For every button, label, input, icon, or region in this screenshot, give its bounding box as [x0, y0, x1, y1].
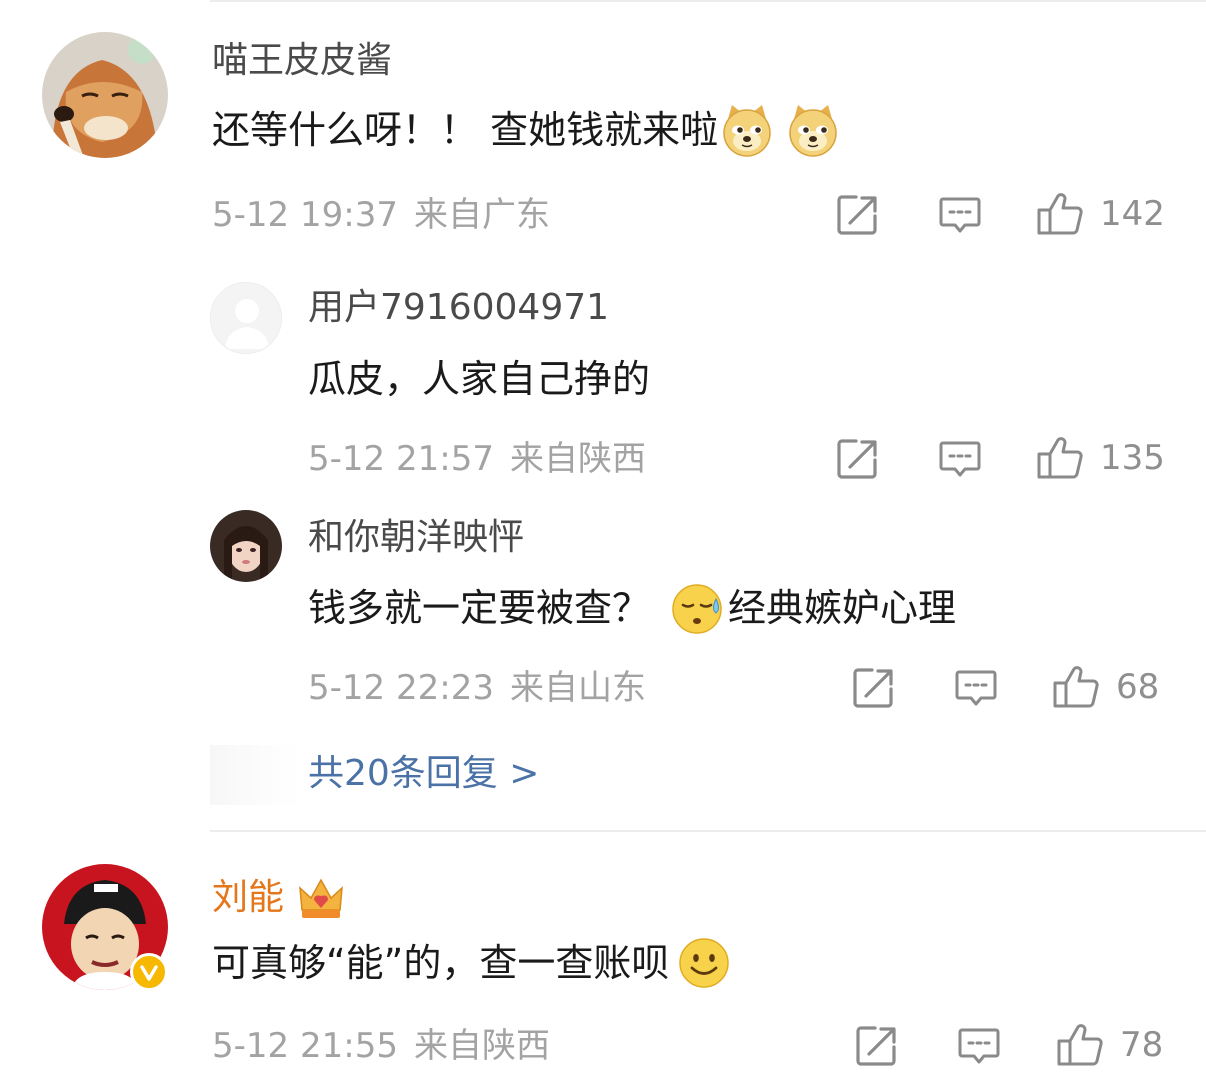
reply-date: 5-12 21:57 — [308, 439, 494, 479]
girl-avatar-image — [210, 510, 282, 582]
verified-v-icon — [140, 965, 158, 981]
share-button[interactable] — [836, 193, 880, 237]
comment-text-content: 可真够“能”的，查一查账呗 — [212, 941, 670, 985]
comment-location: 来自陕西 — [413, 1026, 550, 1066]
reply-user-name[interactable]: 和你朝洋映怦 — [308, 520, 524, 556]
comment-button[interactable] — [957, 1024, 1001, 1068]
thumbs-up-icon — [1052, 663, 1100, 711]
default-user-avatar-icon — [211, 283, 281, 353]
comment-icon — [938, 437, 982, 481]
like-count: 68 — [1116, 667, 1160, 707]
like-button[interactable]: 142 — [1036, 190, 1165, 238]
comment-icon — [957, 1024, 1001, 1068]
share-icon — [852, 666, 896, 710]
reply-text: 瓜皮，人家自己挣的 — [308, 360, 650, 398]
reply-text-before: 钱多就一定要被查？ — [308, 586, 651, 630]
avatar-default[interactable] — [210, 282, 282, 354]
reply-meta: 5-12 21:57 来自陕西 — [308, 442, 646, 476]
comment-user-name-text: 刘能 — [212, 877, 285, 918]
reply-location: 来自山东 — [509, 668, 646, 708]
verified-badge — [130, 953, 168, 991]
more-replies-fade — [210, 745, 300, 805]
reply-text-content: 瓜皮，人家自己挣的 — [308, 357, 651, 401]
like-button[interactable]: 78 — [1056, 1021, 1163, 1069]
share-icon — [836, 437, 880, 481]
comment-button[interactable] — [938, 193, 982, 237]
avatar[interactable] — [210, 510, 282, 582]
comment-date: 5-12 21:55 — [212, 1026, 398, 1066]
reply-user-name[interactable]: 用户7916004971 — [308, 290, 609, 326]
like-button[interactable]: 135 — [1036, 434, 1165, 482]
like-count: 135 — [1100, 438, 1165, 478]
share-button[interactable] — [852, 666, 896, 710]
thumbs-up-icon — [1036, 190, 1084, 238]
reply-text: 钱多就一定要被查？ 经典嫉妒心理 — [308, 581, 956, 635]
reply-meta: 5-12 22:23 来自山东 — [308, 671, 646, 705]
share-icon — [855, 1024, 899, 1068]
like-count: 78 — [1120, 1025, 1164, 1065]
reply-date: 5-12 22:23 — [308, 668, 494, 708]
thumbs-up-icon — [1056, 1021, 1104, 1069]
comment-date: 5-12 19:37 — [212, 195, 398, 235]
doge-emoji — [786, 103, 840, 157]
share-button[interactable] — [836, 437, 880, 481]
like-count: 142 — [1100, 194, 1165, 234]
doge-emoji — [720, 103, 774, 157]
avatar[interactable] — [42, 32, 168, 158]
share-icon — [836, 193, 880, 237]
shiba-dog-avatar-image — [42, 32, 168, 158]
comment-icon — [954, 666, 998, 710]
comment-text-content: 还等什么呀！！ 查她钱就来啦 — [212, 108, 719, 152]
thumbs-up-icon — [1036, 434, 1084, 482]
comment-button[interactable] — [938, 437, 982, 481]
reply-location: 来自陕西 — [509, 439, 646, 479]
comment-location: 来自广东 — [413, 195, 550, 235]
comment-button[interactable] — [954, 666, 998, 710]
comment-user-name[interactable]: 喵王皮皮酱 — [212, 43, 392, 79]
comment-user-name[interactable]: 刘能 — [212, 874, 346, 922]
share-button[interactable] — [855, 1024, 899, 1068]
smile-emoji — [677, 936, 731, 990]
comment-icon — [938, 193, 982, 237]
comment-divider — [210, 830, 1206, 832]
like-button[interactable]: 68 — [1052, 663, 1159, 711]
sweat-emoji — [670, 581, 724, 635]
top-divider — [210, 0, 1206, 2]
comment-meta: 5-12 21:55 来自陕西 — [212, 1029, 550, 1063]
comment-text: 可真够“能”的，查一查账呗 — [212, 936, 733, 990]
reply-text-after: 经典嫉妒心理 — [728, 586, 957, 630]
more-replies-link[interactable]: 共20条回复 > — [308, 756, 539, 792]
comment-text: 还等什么呀！！ 查她钱就来啦 — [212, 103, 842, 157]
comment-meta: 5-12 19:37 来自广东 — [212, 198, 550, 232]
crown-badge-icon — [299, 878, 343, 918]
